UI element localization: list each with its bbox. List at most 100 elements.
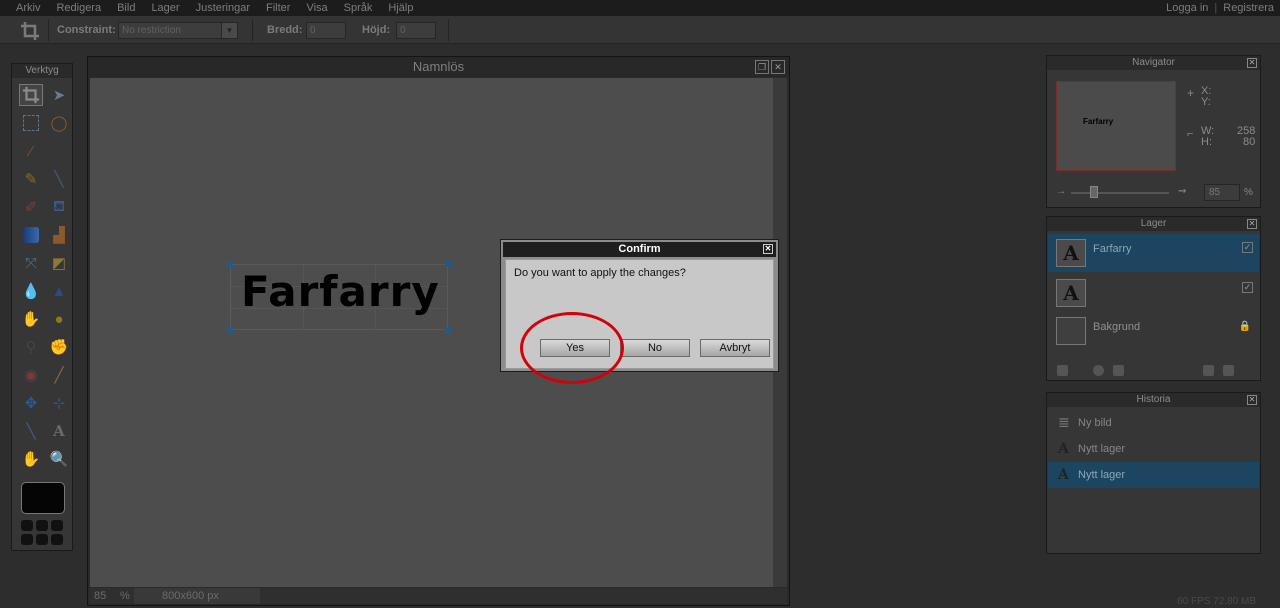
menu-visa[interactable]: Visa — [306, 2, 327, 14]
close-icon[interactable]: ✕ — [763, 244, 773, 254]
register-link[interactable]: Registrera — [1223, 2, 1274, 14]
navigator-title: Navigator — [1132, 57, 1175, 68]
close-icon[interactable]: ✕ — [1247, 58, 1257, 68]
visibility-checkbox[interactable]: ✓ — [1242, 282, 1253, 293]
width-input[interactable]: 0 — [306, 22, 346, 39]
brush-tool[interactable]: ╲ — [47, 168, 71, 190]
magic-wand-tool[interactable]: ⁄ — [19, 140, 43, 162]
zoom-in-icon[interactable]: ⇝ — [1178, 186, 1186, 197]
menu-redigera[interactable]: Redigera — [56, 2, 101, 14]
color-picker-tool[interactable]: ╲ — [19, 420, 43, 442]
window-buttons: ❐ ✕ — [755, 60, 785, 74]
layer-mask-icon[interactable] — [1093, 365, 1104, 376]
sharpen-tool[interactable]: ▲ — [47, 280, 71, 302]
layer-item[interactable]: A Farfarry ✓ — [1048, 234, 1259, 272]
drawing-tool[interactable]: ◩ — [47, 252, 71, 274]
layer-settings-icon[interactable] — [1057, 365, 1068, 376]
menu-sprak[interactable]: Språk — [344, 2, 373, 14]
constraint-select[interactable]: No restriction ▼ — [118, 22, 238, 39]
navigator-title-bar: Navigator ✕ — [1047, 56, 1260, 70]
account-separator: | — [1214, 2, 1218, 14]
trash-icon[interactable] — [1223, 365, 1234, 376]
zoom-slider-track[interactable] — [1071, 192, 1169, 194]
navigator-thumbnail[interactable]: Farfarry — [1056, 81, 1176, 171]
blur-tool[interactable]: 💧 — [19, 280, 43, 302]
cancel-button[interactable]: Avbryt — [700, 339, 770, 357]
new-layer-icon[interactable] — [1203, 365, 1214, 376]
crop-tool[interactable] — [19, 84, 43, 106]
hand-icon: ✋ — [21, 451, 41, 468]
menu-filter[interactable]: Filter — [266, 2, 290, 14]
zoom-slider-knob[interactable] — [1090, 186, 1098, 198]
document-title: Namnlös — [412, 59, 465, 74]
hand-tool[interactable]: ✋ — [19, 448, 43, 470]
login-link[interactable]: Logga in — [1166, 2, 1208, 14]
stamp-icon: ▟ — [53, 227, 65, 244]
options-divider — [448, 19, 449, 41]
menu-lager[interactable]: Lager — [151, 2, 179, 14]
marquee-tool[interactable] — [19, 112, 43, 134]
background-layer-thumbnail — [1056, 317, 1086, 345]
visibility-checkbox[interactable]: ✓ — [1242, 242, 1253, 253]
red-eye-tool[interactable]: ◉ — [19, 364, 43, 386]
pencil-tool[interactable]: ✎ — [19, 168, 43, 190]
move-tool[interactable]: ➤ — [47, 84, 71, 106]
height-input[interactable]: 0 — [396, 22, 436, 39]
zoom-out-icon[interactable]: → — [1056, 186, 1066, 197]
stamp-tool[interactable]: ▟ — [47, 224, 71, 246]
history-item[interactable]: A Nytt lager — [1048, 462, 1259, 488]
pinch-tool[interactable]: ⊹ — [47, 392, 71, 414]
close-icon[interactable]: ✕ — [1247, 395, 1257, 405]
layer-name: Farfarry — [1093, 243, 1132, 255]
crosshair-icon: + — [1187, 86, 1195, 100]
history-item[interactable]: ≣ Ny bild — [1048, 410, 1259, 436]
size-icon: ⌐ — [1187, 128, 1194, 140]
layer-item[interactable]: Bakgrund 🔒 — [1048, 312, 1259, 350]
burn-tool[interactable]: ✊ — [47, 336, 71, 358]
close-icon[interactable]: ✕ — [771, 60, 785, 74]
chevron-down-icon: ▼ — [221, 23, 237, 38]
eraser-tool[interactable]: ✐ — [19, 196, 43, 218]
bloat-tool[interactable]: ✥ — [19, 392, 43, 414]
layers-title: Lager — [1140, 218, 1167, 229]
new-image-icon: ≣ — [1058, 415, 1070, 431]
menu-bild[interactable]: Bild — [117, 2, 135, 14]
zoom-value[interactable]: 85 — [94, 590, 106, 602]
crop-handle[interactable] — [227, 327, 233, 333]
crop-handle[interactable] — [227, 261, 233, 267]
layer-item[interactable]: A ✓ — [1048, 274, 1259, 312]
bandage-icon: ╱ — [54, 367, 64, 384]
layer-style-icon[interactable] — [1113, 365, 1124, 376]
navigator-zoom-row: → ⇝ 85 % — [1056, 184, 1253, 204]
type-tool[interactable]: A — [47, 420, 71, 442]
zoom-input[interactable]: 85 — [1204, 184, 1240, 201]
sponge-tool[interactable]: ● — [47, 308, 71, 330]
fill-tool[interactable]: ⛾ — [47, 196, 71, 218]
drop-icon: 💧 — [21, 283, 41, 300]
dodge-tool[interactable]: ⚲ — [19, 336, 43, 358]
gradient-tool[interactable] — [19, 224, 43, 246]
close-icon[interactable]: ✕ — [1247, 219, 1257, 229]
crop-handle[interactable] — [445, 327, 451, 333]
tools-panel-title: Verktyg — [12, 64, 72, 78]
menu-hjalp[interactable]: Hjälp — [388, 2, 413, 14]
type-icon: A — [1058, 467, 1069, 483]
swatch-grid[interactable] — [21, 520, 63, 545]
constraint-label: Constraint: — [57, 24, 116, 36]
no-button[interactable]: No — [620, 339, 690, 357]
h-value: 80 — [1243, 136, 1256, 148]
maximize-icon[interactable]: ❐ — [755, 60, 769, 74]
zoom-tool[interactable]: 🔍 — [47, 448, 71, 470]
menu-arkiv[interactable]: Arkiv — [16, 2, 40, 14]
color-swatch[interactable] — [21, 482, 65, 514]
crop-handle[interactable] — [445, 261, 451, 267]
replace-color-tool[interactable]: ⤧ — [19, 252, 43, 274]
eyedropper-icon: ╲ — [26, 423, 36, 440]
smudge-tool[interactable]: ✋ — [19, 308, 43, 330]
history-item[interactable]: A Nytt lager — [1048, 436, 1259, 462]
spot-heal-tool[interactable]: ╱ — [47, 364, 71, 386]
marquee-icon — [23, 115, 39, 131]
menu-justeringar[interactable]: Justeringar — [196, 2, 250, 14]
lasso-tool[interactable]: ◯ — [47, 112, 71, 134]
crop-selection[interactable]: Farfarry — [230, 264, 448, 330]
